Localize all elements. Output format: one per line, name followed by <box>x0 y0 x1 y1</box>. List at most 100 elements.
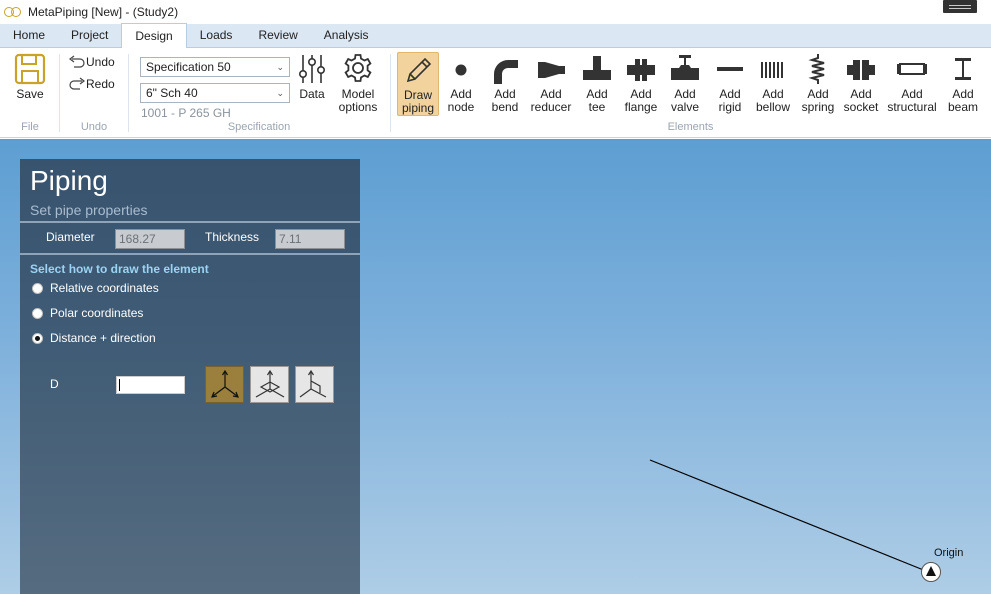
beam-icon <box>955 58 971 80</box>
model-options-button[interactable]: Model options <box>337 52 379 114</box>
radio-relative-coordinates[interactable]: Relative coordinates <box>32 281 159 295</box>
add-tee-button[interactable]: Add tee <box>580 52 614 114</box>
divider <box>20 253 360 255</box>
bellow-icon <box>761 62 783 78</box>
add-socket-label-2: socket <box>843 100 879 114</box>
draw-piping-label-2: piping <box>401 101 435 115</box>
radio-label: Polar coordinates <box>50 306 144 320</box>
ribbon: Save File Undo Redo Undo Specification 5… <box>0 48 991 138</box>
add-flange-label-2: flange <box>624 100 658 114</box>
add-valve-label-2: valve <box>670 100 699 114</box>
tab-loads[interactable]: Loads <box>187 23 246 47</box>
add-tee-label-2: tee <box>588 100 606 114</box>
bend-icon <box>494 60 518 84</box>
window-control-button[interactable] <box>943 0 977 13</box>
tab-project[interactable]: Project <box>58 23 121 47</box>
add-bellow-button[interactable]: Add bellow <box>754 52 792 114</box>
undo-icon <box>69 55 85 68</box>
model-viewport[interactable]: Piping Set pipe properties Diameter 168.… <box>0 139 991 594</box>
rigid-icon <box>717 67 743 71</box>
radio-label: Distance + direction <box>50 331 156 345</box>
chevron-down-icon: ⌄ <box>276 62 284 72</box>
data-button[interactable]: Data <box>295 52 329 101</box>
ribbon-tabs: Home Project Design Loads Review Analysi… <box>0 23 991 48</box>
direction-xyz-button[interactable] <box>205 366 244 403</box>
add-spring-button[interactable]: Add spring <box>800 52 836 114</box>
origin-label: Origin <box>934 547 964 559</box>
window-title: MetaPiping [New] - (Study2) <box>28 5 179 19</box>
plane-axes-icon <box>255 369 285 398</box>
sliders-icon <box>298 55 325 83</box>
material-text: 1001 - P 265 GH <box>141 106 231 120</box>
tab-design[interactable]: Design <box>121 23 187 48</box>
add-bend-button[interactable]: Add bend <box>487 52 523 114</box>
offset-axes-icon <box>299 369 327 398</box>
distance-label: D <box>50 377 59 391</box>
tab-review[interactable]: Review <box>245 23 310 47</box>
direction-offset-button[interactable] <box>295 366 334 403</box>
add-bellow-label-2: bellow <box>755 100 791 114</box>
add-socket-button[interactable]: Add socket <box>843 52 879 114</box>
add-structural-button[interactable]: Add structural <box>886 52 938 114</box>
radio-button[interactable] <box>32 307 43 319</box>
data-label: Data <box>299 87 325 101</box>
title-bar: MetaPiping [New] - (Study2) <box>0 0 991 24</box>
save-label: Save <box>16 87 44 101</box>
redo-label: Redo <box>86 77 115 91</box>
thickness-label: Thickness <box>205 230 260 244</box>
node-icon <box>455 64 467 76</box>
group-label-elements: Elements <box>667 121 714 133</box>
divider <box>20 221 360 223</box>
app-logo-icon <box>4 7 22 17</box>
origin-node-icon[interactable] <box>921 562 941 582</box>
add-spring-label-2: spring <box>801 100 835 114</box>
group-label-file: File <box>21 121 39 133</box>
group-label-specification: Specification <box>227 121 291 133</box>
valve-icon <box>671 55 699 80</box>
thickness-field[interactable]: 7.11 <box>275 229 345 249</box>
panel-subtitle: Set pipe properties <box>30 202 148 218</box>
add-beam-label-2: beam <box>947 100 979 114</box>
direction-plane-button[interactable] <box>250 366 289 403</box>
add-reducer-button[interactable]: Add reducer <box>529 52 573 114</box>
undo-label: Undo <box>86 55 115 69</box>
add-rigid-label-2: rigid <box>718 100 742 114</box>
redo-icon <box>69 77 85 90</box>
gear-icon <box>344 54 372 82</box>
add-rigid-button[interactable]: Add rigid <box>713 52 747 114</box>
redo-button[interactable]: Redo <box>68 77 115 91</box>
diameter-label: Diameter <box>46 230 95 244</box>
distance-input[interactable] <box>116 376 185 394</box>
flange-icon <box>627 59 655 81</box>
model-options-label-2: options <box>338 100 378 114</box>
pipe-size-select[interactable]: 6" Sch 40 ⌄ <box>140 83 290 103</box>
specification-select-value: Specification 50 <box>146 60 231 74</box>
add-node-button[interactable]: Add node <box>445 52 477 114</box>
draw-piping-button[interactable]: Draw piping <box>397 52 439 116</box>
radio-label: Relative coordinates <box>50 281 159 295</box>
add-beam-button[interactable]: Add beam <box>945 52 981 114</box>
origin-marker-glyph <box>926 566 936 576</box>
radio-distance-direction[interactable]: Distance + direction <box>32 331 156 345</box>
add-bend-label-2: bend <box>491 100 519 114</box>
save-icon <box>14 53 46 85</box>
socket-icon <box>847 60 875 80</box>
tee-icon <box>583 56 611 80</box>
panel-title: Piping <box>30 165 108 196</box>
save-button[interactable]: Save <box>8 52 52 101</box>
add-valve-button[interactable]: Add valve <box>668 52 702 114</box>
tab-home[interactable]: Home <box>0 23 58 47</box>
piping-panel: Piping Set pipe properties Diameter 168.… <box>20 159 360 594</box>
chevron-down-icon: ⌄ <box>276 88 284 98</box>
diameter-field[interactable]: 168.27 <box>115 229 185 249</box>
radio-button[interactable] <box>32 282 43 294</box>
radio-polar-coordinates[interactable]: Polar coordinates <box>32 306 143 320</box>
radio-button[interactable] <box>32 332 43 344</box>
tab-analysis[interactable]: Analysis <box>311 23 382 47</box>
add-node-label-2: node <box>447 100 475 114</box>
pencil-icon <box>406 57 432 83</box>
undo-button[interactable]: Undo <box>68 55 115 69</box>
specification-select[interactable]: Specification 50 ⌄ <box>140 57 290 77</box>
pipe-size-select-value: 6" Sch 40 <box>146 86 198 100</box>
add-flange-button[interactable]: Add flange <box>624 52 658 114</box>
